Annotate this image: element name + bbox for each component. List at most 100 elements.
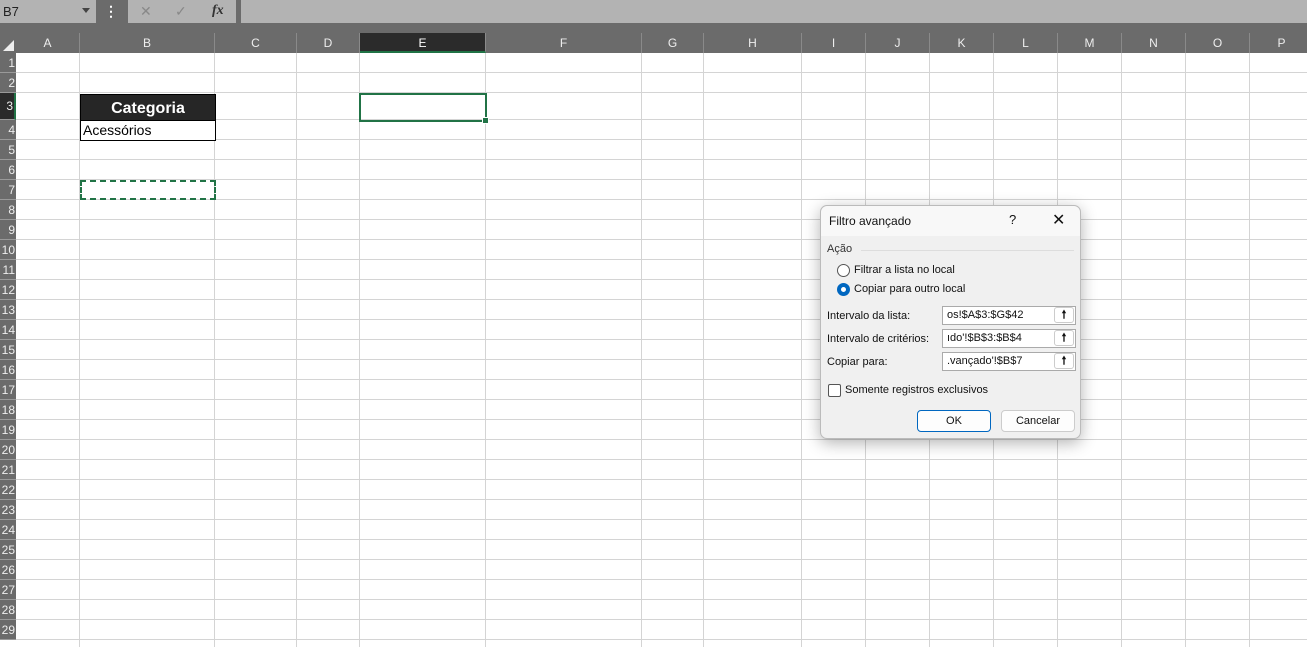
column-header-N[interactable]: N bbox=[1122, 33, 1186, 53]
row-header-13[interactable]: 13 bbox=[0, 300, 16, 320]
gridline bbox=[16, 339, 1307, 340]
row-header-29[interactable]: 29 bbox=[0, 620, 16, 640]
row-header-18[interactable]: 18 bbox=[0, 400, 16, 420]
row-header-21[interactable]: 21 bbox=[0, 460, 16, 480]
row-header-28[interactable]: 28 bbox=[0, 600, 16, 620]
column-header-C[interactable]: C bbox=[215, 33, 297, 53]
row-header-20[interactable]: 20 bbox=[0, 440, 16, 460]
gridline bbox=[16, 259, 1307, 260]
gridline bbox=[16, 299, 1307, 300]
collapse-dialog-icon[interactable]: 🠕 bbox=[1054, 307, 1074, 323]
column-header-O[interactable]: O bbox=[1186, 33, 1250, 53]
unique-records-checkbox[interactable] bbox=[828, 384, 841, 397]
chevron-down-icon[interactable] bbox=[82, 8, 90, 13]
row-header-25[interactable]: 25 bbox=[0, 540, 16, 560]
gridline bbox=[16, 599, 1307, 600]
row-header-19[interactable]: 19 bbox=[0, 420, 16, 440]
gridline bbox=[16, 219, 1307, 220]
advanced-filter-dialog: Filtro avançado ? ✕ Ação Filtrar a lista… bbox=[820, 205, 1081, 439]
enter-icon[interactable]: ✓ bbox=[175, 3, 187, 20]
close-icon[interactable]: ✕ bbox=[1052, 210, 1065, 230]
column-header-G[interactable]: G bbox=[642, 33, 704, 53]
column-header-F[interactable]: F bbox=[486, 33, 642, 53]
gridline bbox=[1249, 53, 1250, 647]
cell-B4[interactable]: Acessórios bbox=[80, 120, 216, 141]
gridline bbox=[214, 53, 215, 647]
row-header-8[interactable]: 8 bbox=[0, 200, 16, 220]
column-header-P[interactable]: P bbox=[1250, 33, 1307, 53]
collapse-dialog-icon[interactable]: 🠕 bbox=[1054, 353, 1074, 369]
gridline bbox=[16, 519, 1307, 520]
insert-function-icon[interactable]: fx bbox=[212, 3, 224, 19]
cancel-icon[interactable]: ✕ bbox=[140, 3, 152, 20]
name-box-value: B7 bbox=[3, 4, 19, 19]
gridline bbox=[16, 399, 1307, 400]
row-header-1[interactable]: 1 bbox=[0, 53, 16, 73]
gridline bbox=[16, 619, 1307, 620]
formula-input[interactable] bbox=[241, 0, 1307, 23]
gridline bbox=[16, 319, 1307, 320]
unique-records-label[interactable]: Somente registros exclusivos bbox=[845, 384, 988, 396]
gridline bbox=[359, 53, 360, 647]
cell-B3[interactable]: Categoria bbox=[80, 94, 216, 121]
row-header-26[interactable]: 26 bbox=[0, 560, 16, 580]
column-header-I[interactable]: I bbox=[802, 33, 866, 53]
gridline bbox=[16, 419, 1307, 420]
gridline bbox=[16, 459, 1307, 460]
column-header-L[interactable]: L bbox=[994, 33, 1058, 53]
row-header-17[interactable]: 17 bbox=[0, 380, 16, 400]
row-header-4[interactable]: 4 bbox=[0, 120, 16, 140]
row-header-10[interactable]: 10 bbox=[0, 240, 16, 260]
row-header-9[interactable]: 9 bbox=[0, 220, 16, 240]
row-header-12[interactable]: 12 bbox=[0, 280, 16, 300]
row-header-2[interactable]: 2 bbox=[0, 73, 16, 93]
row-header-23[interactable]: 23 bbox=[0, 500, 16, 520]
row-header-11[interactable]: 11 bbox=[0, 260, 16, 280]
gridline bbox=[16, 279, 1307, 280]
gridline bbox=[16, 72, 1307, 73]
row-header-7[interactable]: 7 bbox=[0, 180, 16, 200]
gridline bbox=[1121, 53, 1122, 647]
gridline bbox=[16, 479, 1307, 480]
row-header-16[interactable]: 16 bbox=[0, 360, 16, 380]
column-header-H[interactable]: H bbox=[704, 33, 802, 53]
copy-to-location-radio[interactable] bbox=[837, 283, 850, 296]
gridline bbox=[16, 379, 1307, 380]
row-header-15[interactable]: 15 bbox=[0, 340, 16, 360]
filter-in-place-radio[interactable] bbox=[837, 264, 850, 277]
gridline bbox=[16, 579, 1307, 580]
gridline bbox=[16, 539, 1307, 540]
active-cell-E3[interactable] bbox=[359, 93, 489, 124]
copy-target-cell-B7[interactable] bbox=[80, 180, 216, 200]
row-header-24[interactable]: 24 bbox=[0, 520, 16, 540]
column-header-J[interactable]: J bbox=[866, 33, 930, 53]
formula-bar-area: B7 ⋮ ✕ ✓ fx bbox=[0, 0, 1307, 33]
copy-to-location-label[interactable]: Copiar para outro local bbox=[854, 283, 965, 295]
gridline bbox=[485, 53, 486, 647]
filter-in-place-label[interactable]: Filtrar a lista no local bbox=[854, 264, 955, 276]
name-box[interactable]: B7 bbox=[0, 0, 96, 23]
help-icon[interactable]: ? bbox=[1009, 212, 1016, 227]
row-header-3[interactable]: 3 bbox=[0, 93, 16, 120]
copy-to-label: Copiar para: bbox=[827, 356, 888, 368]
select-all-button[interactable] bbox=[0, 33, 16, 53]
row-header-6[interactable]: 6 bbox=[0, 160, 16, 180]
row-header-5[interactable]: 5 bbox=[0, 140, 16, 160]
column-header-D[interactable]: D bbox=[297, 33, 360, 53]
column-header-E[interactable]: E bbox=[360, 33, 486, 53]
column-header-A[interactable]: A bbox=[16, 33, 80, 53]
column-header-M[interactable]: M bbox=[1058, 33, 1122, 53]
row-header-27[interactable]: 27 bbox=[0, 580, 16, 600]
more-options-icon[interactable]: ⋮ bbox=[104, 3, 118, 20]
column-header-K[interactable]: K bbox=[930, 33, 994, 53]
cancel-button[interactable]: Cancelar bbox=[1001, 410, 1075, 432]
collapse-dialog-icon[interactable]: 🠕 bbox=[1054, 330, 1074, 346]
ok-button[interactable]: OK bbox=[917, 410, 991, 432]
row-header-14[interactable]: 14 bbox=[0, 320, 16, 340]
gridline bbox=[16, 359, 1307, 360]
column-header-B[interactable]: B bbox=[80, 33, 215, 53]
group-divider bbox=[861, 250, 1074, 251]
dialog-title: Filtro avançado bbox=[829, 214, 912, 228]
gridline bbox=[801, 53, 802, 647]
row-header-22[interactable]: 22 bbox=[0, 480, 16, 500]
